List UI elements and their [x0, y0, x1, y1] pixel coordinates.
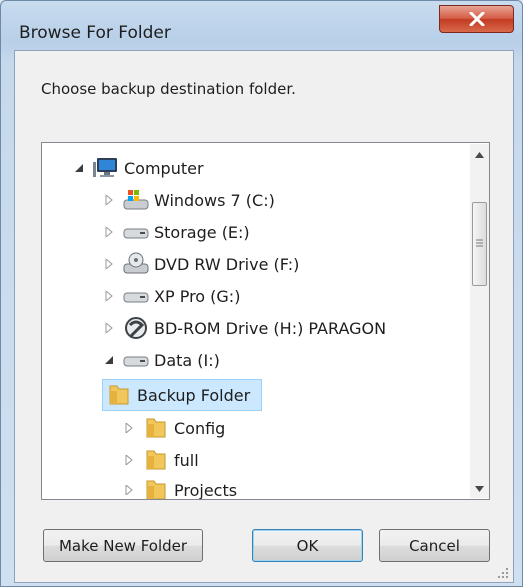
vertical-scrollbar[interactable] — [470, 144, 489, 498]
computer-icon — [92, 156, 120, 180]
scroll-down-button[interactable] — [470, 480, 489, 498]
system-drive-icon — [122, 188, 150, 212]
scrollbar-thumb[interactable] — [472, 202, 487, 286]
collapsed-arrow-icon[interactable] — [102, 193, 116, 207]
tree-item-label: BD-ROM Drive (H:) PARAGON — [154, 318, 387, 338]
tree-item-folder-selected[interactable]: Backup Folder — [102, 379, 262, 411]
dvd-drive-icon — [122, 252, 150, 276]
hard-drive-icon — [122, 284, 150, 308]
dialog-body: Choose backup destination folder. Comput… — [14, 50, 514, 583]
grip-icon — [476, 239, 483, 247]
tree-item-label: Backup Folder — [137, 385, 251, 405]
tree-item-label: XP Pro (G:) — [154, 286, 241, 306]
collapsed-arrow-icon[interactable] — [122, 421, 136, 435]
resize-grip-icon[interactable] — [497, 567, 509, 579]
tree-item-label: Data (I:) — [154, 350, 220, 370]
tree-item-folder[interactable]: full — [122, 445, 199, 475]
paragon-disc-icon — [122, 316, 150, 340]
tree-item-label: Storage (E:) — [154, 222, 250, 242]
hard-drive-icon — [122, 348, 150, 372]
make-new-folder-button[interactable]: Make New Folder — [43, 529, 203, 562]
chevron-down-icon — [475, 486, 484, 492]
tree-item-label: DVD RW Drive (F:) — [154, 254, 300, 274]
collapsed-arrow-icon[interactable] — [102, 257, 116, 271]
expanded-arrow-icon[interactable] — [102, 353, 116, 367]
collapsed-arrow-icon[interactable] — [102, 225, 116, 239]
collapsed-arrow-icon[interactable] — [122, 453, 136, 467]
folder-icon — [142, 416, 170, 440]
tree-item-drive[interactable]: DVD RW Drive (F:) — [102, 249, 299, 279]
tree-item-drive[interactable]: XP Pro (G:) — [102, 281, 240, 311]
close-button[interactable] — [439, 5, 514, 33]
tree-item-label: Projects — [174, 480, 238, 500]
tree-item-drive[interactable]: Storage (E:) — [102, 217, 250, 247]
tree-item-label: Config — [174, 418, 226, 438]
tree-item-drive[interactable]: BD-ROM Drive (H:) PARAGON — [102, 313, 386, 343]
expanded-arrow-icon[interactable] — [72, 161, 86, 175]
tree-item-drive[interactable]: Data (I:) — [102, 345, 220, 375]
cancel-button[interactable]: Cancel — [379, 529, 490, 562]
folder-tree[interactable]: Computer Windows 7 (C:) Storage (E:) DVD… — [41, 142, 490, 500]
folder-icon — [142, 478, 170, 499]
tree-item-label: Computer — [124, 158, 204, 178]
hard-drive-icon — [122, 220, 150, 244]
collapsed-arrow-icon[interactable] — [102, 321, 116, 335]
tree-item-computer[interactable]: Computer — [72, 153, 204, 183]
collapsed-arrow-icon[interactable] — [122, 483, 136, 497]
ok-button[interactable]: OK — [252, 529, 363, 562]
scroll-up-button[interactable] — [470, 146, 489, 164]
tree-item-label: full — [174, 450, 199, 470]
tree-item-drive[interactable]: Windows 7 (C:) — [102, 185, 275, 215]
folder-icon — [105, 383, 133, 407]
tree-item-label: Windows 7 (C:) — [154, 190, 275, 210]
tree-item-folder[interactable]: Config — [122, 413, 225, 443]
instruction-text: Choose backup destination folder. — [41, 80, 296, 98]
folder-icon — [142, 448, 170, 472]
tree-item-folder[interactable]: Projects — [122, 475, 238, 500]
chevron-up-icon — [475, 152, 484, 158]
close-icon — [469, 12, 484, 26]
window-title: Browse For Folder — [19, 23, 171, 43]
title-bar[interactable]: Browse For Folder — [1, 1, 522, 49]
dialog-window: Browse For Folder Choose backup destinat… — [0, 0, 523, 587]
collapsed-arrow-icon[interactable] — [102, 289, 116, 303]
